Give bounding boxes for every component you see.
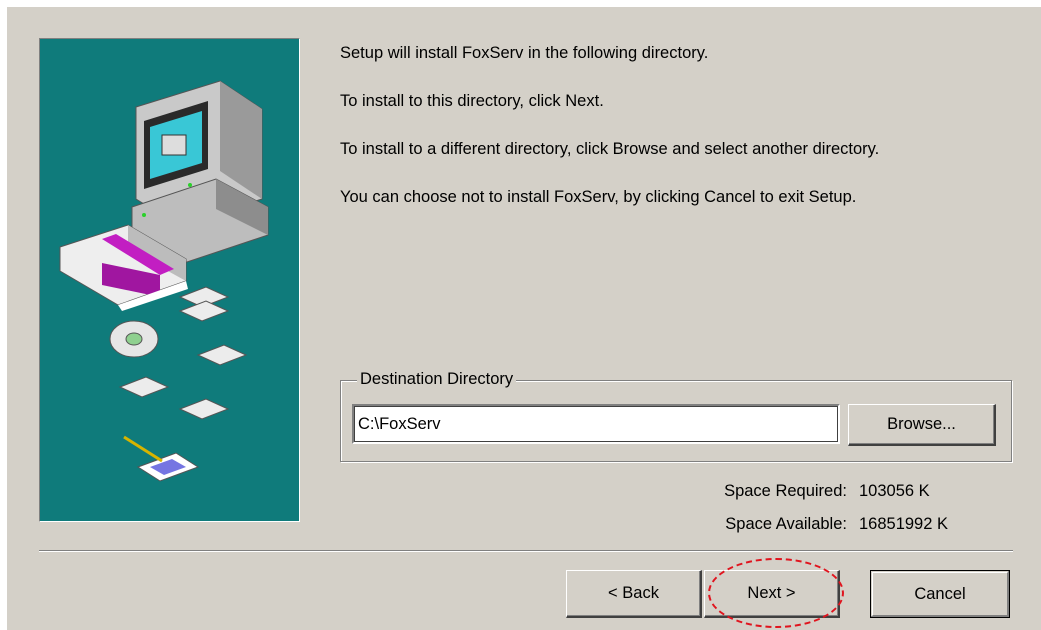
space-required-value: 103056 K xyxy=(859,482,930,500)
intro-line-3: To install to a different directory, cli… xyxy=(340,140,880,158)
window-left-edge xyxy=(0,0,7,630)
space-available-value: 16851992 K xyxy=(859,515,949,533)
intro-line-1: Setup will install FoxServ in the follow… xyxy=(340,44,709,62)
intro-line-4: You can choose not to install FoxServ, b… xyxy=(340,188,857,206)
browse-button[interactable]: Browse... xyxy=(848,404,996,446)
destination-path-field[interactable] xyxy=(352,404,840,444)
window-top-edge xyxy=(0,0,1041,7)
cancel-button[interactable]: Cancel xyxy=(870,570,1010,618)
space-required-label: Space Required: xyxy=(724,482,847,500)
setup-dialog: Setup will install FoxServ in the follow… xyxy=(0,0,1041,630)
button-divider xyxy=(39,550,1013,552)
next-button[interactable]: Next > xyxy=(704,570,840,618)
intro-line-2: To install to this directory, click Next… xyxy=(340,92,604,110)
back-button[interactable]: < Back xyxy=(566,570,702,618)
setup-illustration xyxy=(39,38,300,522)
space-available-label: Space Available: xyxy=(725,515,847,533)
destination-legend: Destination Directory xyxy=(357,370,517,389)
computer-install-icon xyxy=(59,80,269,482)
